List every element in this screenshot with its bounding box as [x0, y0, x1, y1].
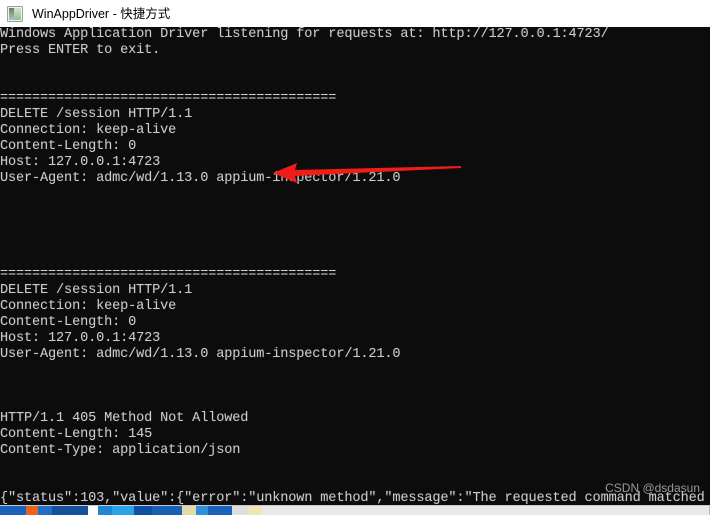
taskbar-icon-1[interactable]	[26, 506, 38, 515]
taskbar-icon-13[interactable]	[248, 506, 262, 515]
taskbar-icon-6[interactable]	[112, 506, 134, 515]
taskbar-icon-0[interactable]	[0, 506, 26, 515]
taskbar-icon-4[interactable]	[88, 506, 98, 515]
taskbar-icon-7[interactable]	[134, 506, 152, 515]
taskbar-icon-11[interactable]	[208, 506, 232, 515]
console-output-area[interactable]: Windows Application Driver listening for…	[0, 27, 710, 505]
window-title: WinAppDriver - 快捷方式	[32, 6, 171, 21]
taskbar-spacer	[262, 506, 709, 515]
title-bar[interactable]: WinAppDriver - 快捷方式	[0, 0, 710, 27]
taskbar-icon-12[interactable]	[232, 506, 248, 515]
taskbar-strip[interactable]	[0, 505, 710, 515]
taskbar-icon-10[interactable]	[196, 506, 208, 515]
winappdriver-window: WinAppDriver - 快捷方式 Windows Application …	[0, 0, 710, 515]
taskbar-icon-3[interactable]	[52, 506, 88, 515]
taskbar-icon-5[interactable]	[98, 506, 112, 515]
app-window-icon	[7, 5, 23, 22]
taskbar-icon-2[interactable]	[38, 506, 52, 515]
taskbar-icon-9[interactable]	[182, 506, 196, 515]
taskbar-icons[interactable]	[0, 506, 262, 515]
taskbar-icon-8[interactable]	[152, 506, 182, 515]
console-text: Windows Application Driver listening for…	[0, 27, 705, 505]
csdn-watermark: CSDN @dsdasun	[605, 481, 700, 495]
